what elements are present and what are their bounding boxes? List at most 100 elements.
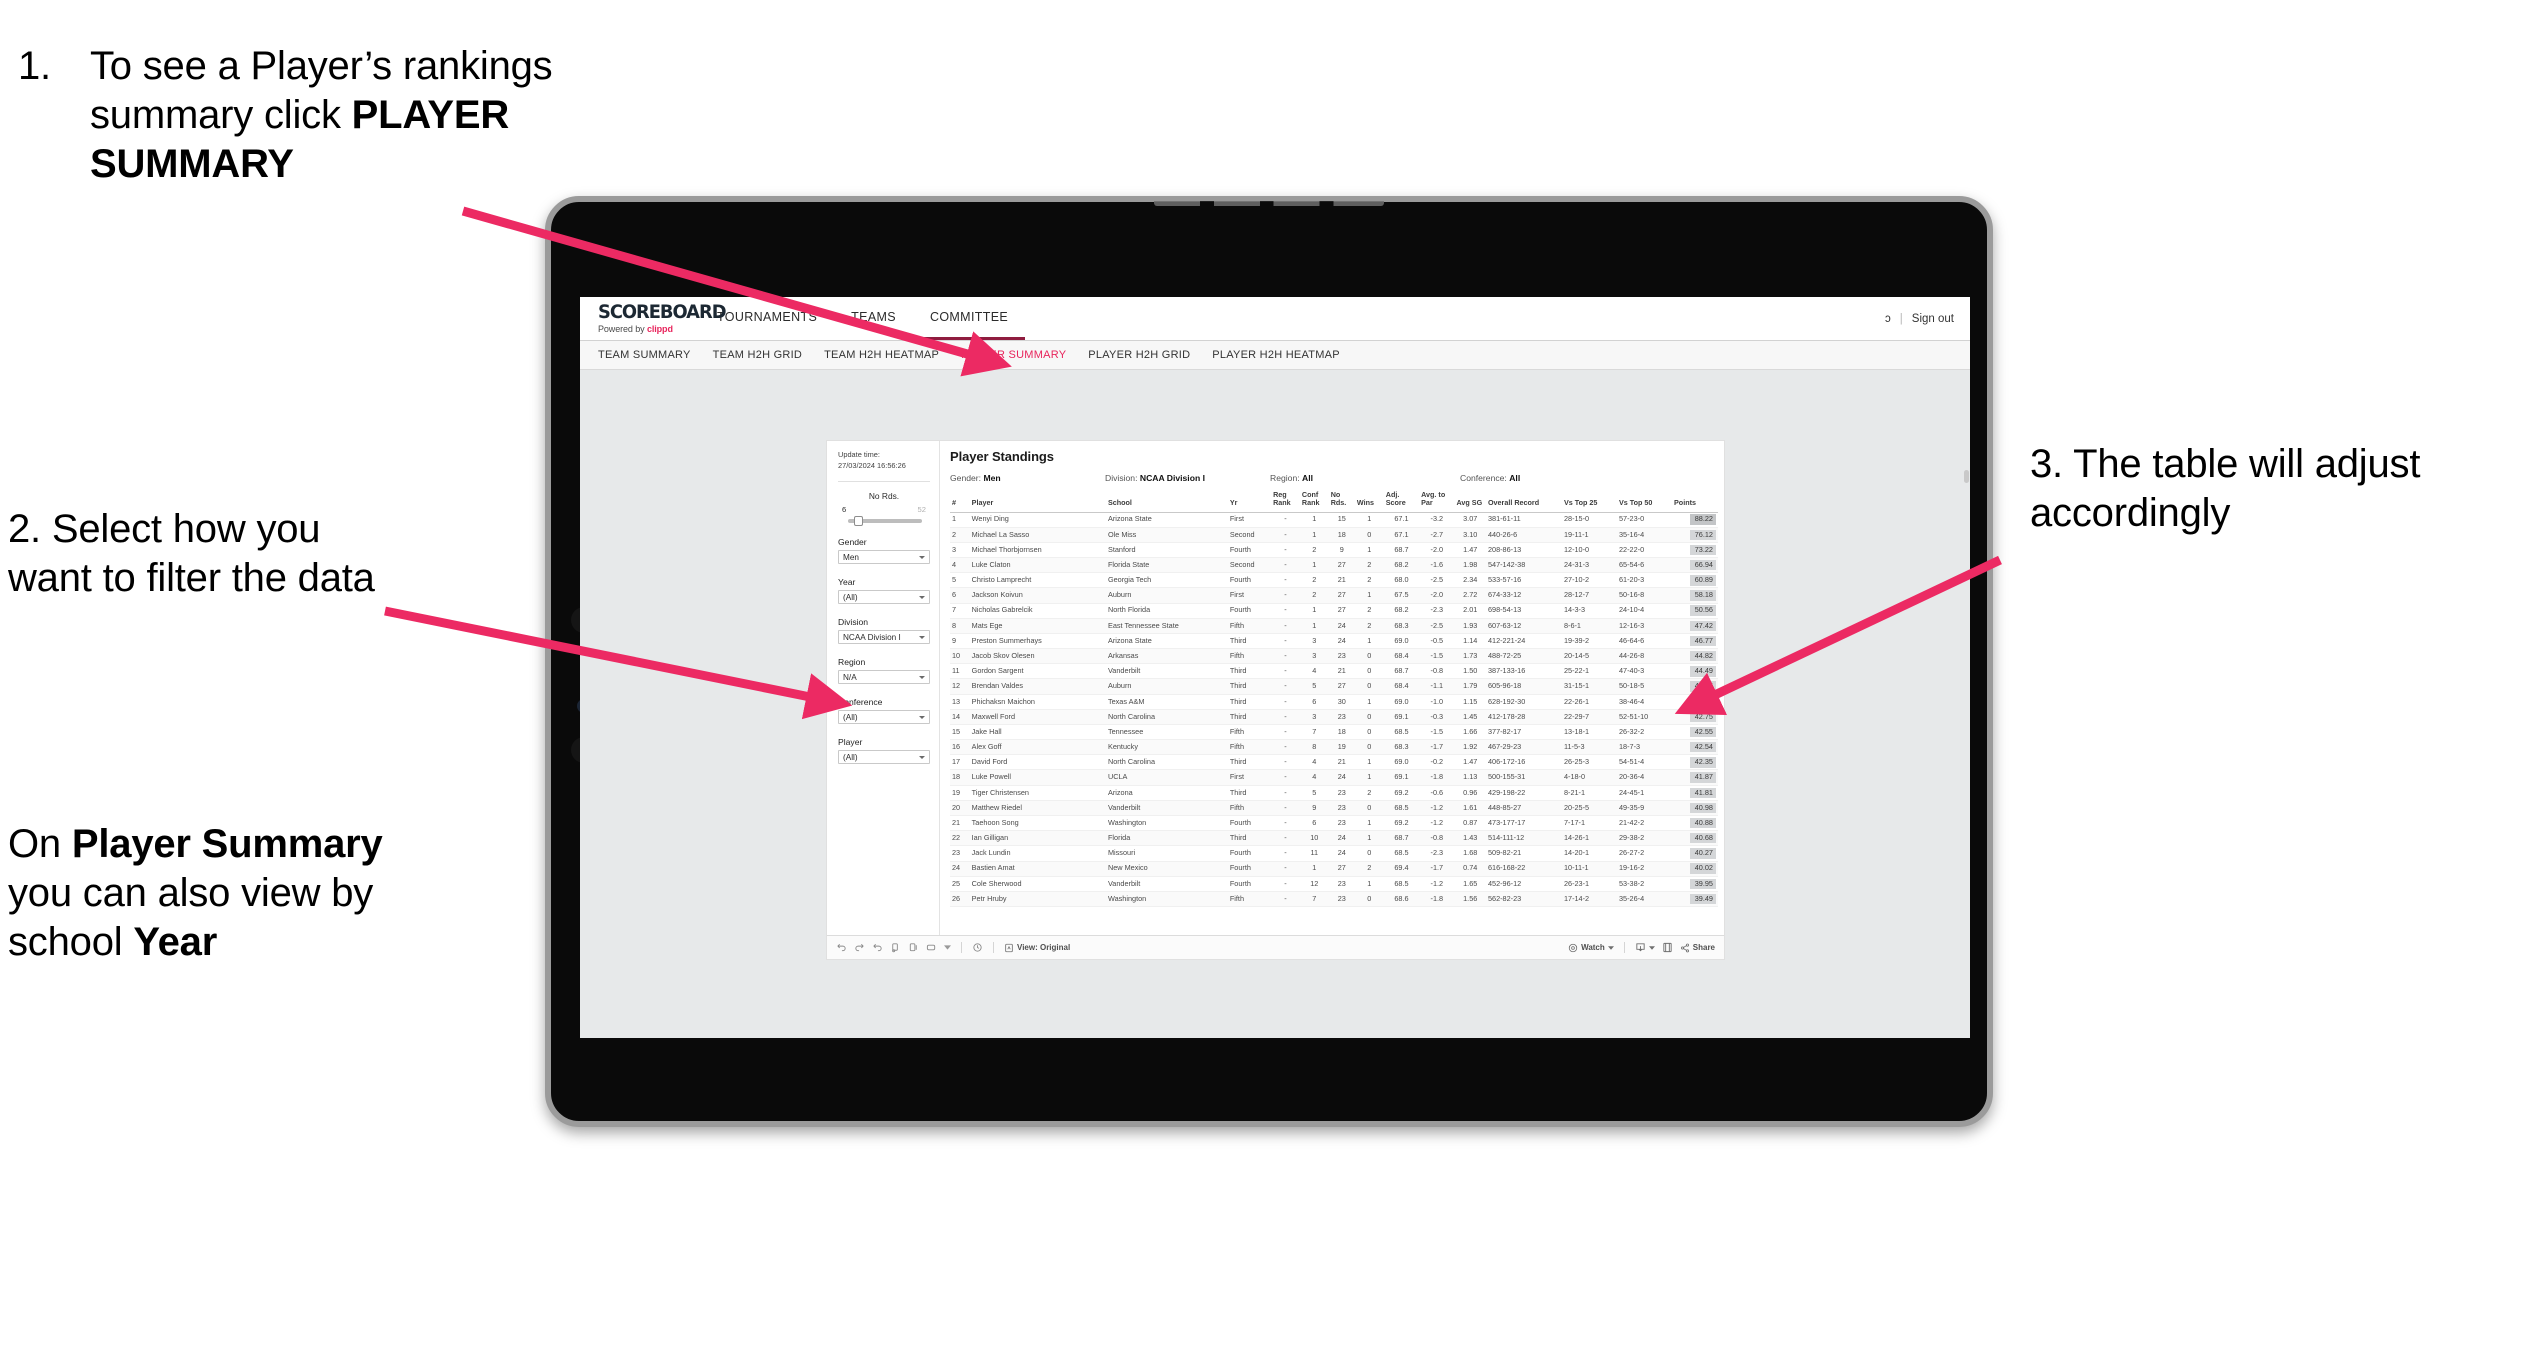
history-icon[interactable] — [972, 942, 983, 953]
sign-out-link[interactable]: Sign out — [1912, 313, 1954, 325]
subnav-player-h2h-heatmap[interactable]: PLAYER H2H HEATMAP — [1212, 349, 1340, 361]
col-school[interactable]: School — [1105, 491, 1228, 513]
meta-gender: Gender: Men — [950, 473, 1105, 483]
table-row[interactable]: 20 Matthew Riedel Vanderbilt Fifth -9 23 0 68.5… — [950, 800, 1718, 817]
filter-division-value: NCAA Division I — [843, 632, 901, 642]
cell-adj: 68.6 — [1383, 891, 1420, 908]
table-row[interactable]: 13 Phichaksn Maichon Texas A&M Third -6 30 1 69… — [950, 694, 1718, 710]
download-button[interactable] — [1635, 942, 1655, 953]
table-row[interactable]: 26 Petr Hruby Washington Fifth -7 23 0 68.6 -1.8… — [950, 891, 1718, 908]
cell-num: 17 — [950, 754, 970, 771]
table-row[interactable]: 14 Maxwell Ford North Carolina Third -3 23 0 69… — [950, 709, 1718, 725]
table-row[interactable]: 6 Jackson Koivun Auburn First -2 27 1 67.5 -2.0 2… — [950, 587, 1718, 604]
col-rank-number[interactable]: # — [950, 491, 970, 513]
col-adj-score[interactable]: Adj. Score — [1383, 490, 1420, 513]
table-row[interactable]: 5 Christo Lamprecht Georgia Tech Fourth -2 21… — [950, 572, 1718, 589]
revert-icon[interactable] — [872, 942, 883, 953]
col-no-rds[interactable]: No Rds. — [1328, 490, 1355, 513]
watch-button[interactable]: Watch — [1568, 943, 1614, 953]
table-row[interactable]: 19 Tiger Christensen Arizona Third -5 23 2 69.2… — [950, 785, 1718, 801]
subnav-team-summary[interactable]: TEAM SUMMARY — [598, 349, 691, 361]
subnav-player-summary[interactable]: PLAYER SUMMARY — [961, 349, 1066, 361]
cell-yr: Third — [1227, 709, 1272, 725]
col-conf-rank[interactable]: Conf Rank — [1299, 490, 1329, 513]
table-header: # Player School Yr Reg Rank Conf Rank No… — [950, 490, 1718, 513]
cell-par: -2.3 — [1419, 603, 1455, 619]
col-reg-rank[interactable]: Reg Rank — [1271, 490, 1300, 513]
cell-school: Florida State — [1105, 557, 1228, 574]
table-row[interactable]: 16 Alex Goff Kentucky Fifth -8 19 0 68.3 -1.7 1.9… — [950, 739, 1718, 756]
table-row[interactable]: 22 Ian Gilligan Florida Third -10 24 1 68.7 -0.8… — [950, 830, 1718, 847]
subnav-team-h2h-grid[interactable]: TEAM H2H GRID — [713, 349, 802, 361]
col-vs-top-50[interactable]: Vs Top 50 — [1616, 491, 1673, 513]
cell-adj: 68.4 — [1383, 648, 1420, 665]
fullscreen-icon[interactable] — [1662, 942, 1673, 953]
top-right-controls: ɔ | Sign out — [1885, 297, 1954, 340]
cell-num: 25 — [950, 876, 970, 892]
table-row[interactable]: 4 Luke Claton Florida State Second -1 27 2 68.2… — [950, 557, 1718, 574]
cell-t50: 24-10-4 — [1616, 603, 1673, 619]
filter-conference-select[interactable]: (All) — [838, 710, 930, 725]
cell-player: Christo Lamprecht — [969, 572, 1106, 589]
cell-yr: First — [1227, 512, 1272, 528]
view-original-button[interactable]: View: Original — [1004, 943, 1070, 953]
table-row[interactable]: 12 Brendan Valdes Auburn Third -5 27 0 68.4 -1.1… — [950, 678, 1718, 695]
workspace-scrollbar[interactable] — [1964, 470, 1969, 483]
cell-reg: - — [1271, 876, 1300, 892]
table-header-row: # Player School Yr Reg Rank Conf Rank No… — [950, 490, 1718, 513]
table-row[interactable]: 21 Taehoon Song Washington Fourth -6 23 1 69.2-… — [950, 815, 1718, 832]
no-rounds-slider-track[interactable] — [848, 516, 922, 527]
filter-panel: Update time: 27/03/2024 16:56:26 No Rds.… — [827, 441, 940, 935]
filter-gender-select[interactable]: Men — [838, 550, 930, 565]
brand-logo[interactable]: SCOREBOARD Powered by clippd — [580, 303, 727, 335]
redo-icon[interactable] — [854, 942, 865, 953]
nav-teams[interactable]: TEAMS — [834, 297, 913, 340]
filter-year: Year (All) — [838, 577, 930, 605]
col-avg-sg[interactable]: Avg SG — [1454, 491, 1486, 513]
table-row[interactable]: 17 David Ford North Carolina Third -4 21 1 69.0… — [950, 754, 1718, 771]
table-row[interactable]: 24 Bastien Amat New Mexico Fourth -1 27 2 69.4-… — [950, 861, 1718, 877]
col-overall-record[interactable]: Overall Record — [1485, 491, 1562, 513]
undo-icon[interactable] — [836, 942, 847, 953]
filter-division-select[interactable]: NCAA Division I — [838, 630, 930, 645]
chevron-down-icon — [919, 676, 925, 680]
nav-committee[interactable]: COMMITTEE — [912, 297, 1026, 340]
filter-year-select[interactable]: (All) — [838, 590, 930, 605]
table-row[interactable]: 7 Nicholas Gabrelcik North Florida Fourth -1… — [950, 603, 1718, 619]
table-row[interactable]: 10 Jacob Skov Olesen Arkansas Fifth -3 23 0 68.… — [950, 648, 1718, 665]
col-vs-top-25[interactable]: Vs Top 25 — [1561, 491, 1617, 513]
share-button[interactable]: Share — [1680, 943, 1715, 953]
table-row[interactable]: 2 Michael La Sasso Ole Miss Second -1 18 0 67.1… — [950, 527, 1718, 543]
col-wins[interactable]: Wins — [1354, 491, 1384, 513]
cell-player: Bastien Amat — [969, 861, 1106, 877]
no-rounds-slider-handle[interactable] — [853, 516, 863, 527]
table-row[interactable]: 3 Michael Thorbjornsen Stanford Fourth -2 9 1 6… — [950, 542, 1718, 559]
table-row[interactable]: 1 Wenyi Ding Arizona State First -1 15 1 67.1 -3… — [950, 512, 1718, 528]
refresh-data-icon[interactable] — [890, 942, 901, 953]
col-player[interactable]: Player — [969, 491, 1106, 513]
cell-adj: 69.0 — [1383, 694, 1420, 710]
cell-reg: - — [1271, 891, 1300, 908]
filter-region-select[interactable]: N/A — [838, 670, 930, 685]
table-row[interactable]: 11 Gordon Sargent Vanderbilt Third -4 21 0 68.7… — [950, 663, 1718, 680]
cell-points: 88.22 — [1672, 512, 1718, 528]
filter-player-select[interactable]: (All) — [838, 750, 930, 765]
subnav-team-h2h-heatmap[interactable]: TEAM H2H HEATMAP — [824, 349, 939, 361]
pause-auto-update-icon[interactable] — [908, 942, 919, 953]
col-year[interactable]: Yr — [1227, 491, 1272, 513]
nav-committee-label: COMMITTEE — [929, 310, 1009, 324]
chevron-down-icon[interactable] — [944, 944, 951, 951]
table-row[interactable]: 23 Jack Lundin Missouri Fourth -11 24 0 68.5 -2.… — [950, 845, 1718, 862]
table-row[interactable]: 25 Cole Sherwood Vanderbilt Fourth -12 23 1 68.… — [950, 876, 1718, 892]
user-account-icon[interactable]: ɔ — [1885, 313, 1891, 325]
table-row[interactable]: 18 Luke Powell UCLA First -4 24 1 69.1 -1.8 1.13 5… — [950, 769, 1718, 786]
table-row[interactable]: 15 Jake Hall Tennessee Fifth -7 18 0 68.5 -1.5 1.… — [950, 724, 1718, 741]
col-avg-to-par[interactable]: Avg. to Par — [1419, 490, 1455, 513]
table-row[interactable]: 8 Mats Ege East Tennessee State Fifth -1 24 2 6… — [950, 618, 1718, 634]
table-row[interactable]: 9 Preston Summerhays Arizona State Third -3 2… — [950, 633, 1718, 650]
device-layout-icon[interactable] — [926, 942, 937, 953]
subnav-player-h2h-grid[interactable]: PLAYER H2H GRID — [1088, 349, 1190, 361]
col-points[interactable]: Points — [1672, 491, 1718, 513]
cell-yr: Third — [1227, 678, 1272, 695]
cell-t25: 28-12-7 — [1561, 587, 1617, 604]
